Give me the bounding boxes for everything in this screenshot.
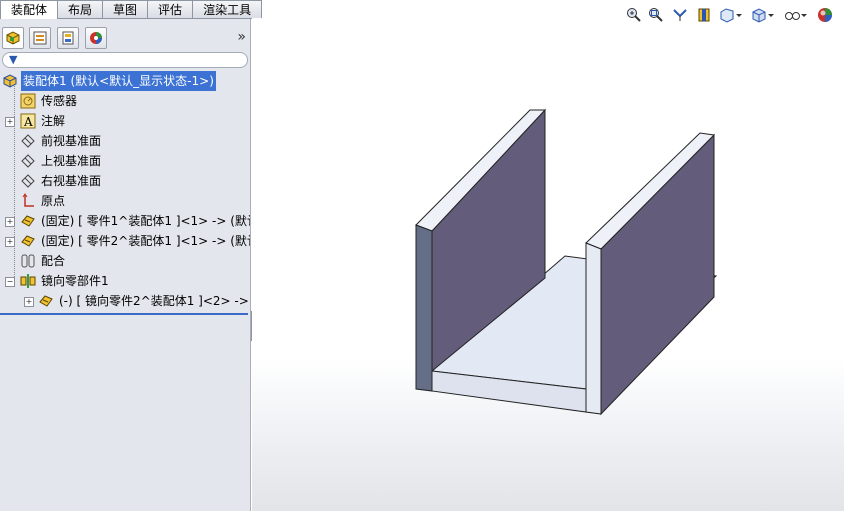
sensor-icon — [20, 93, 36, 109]
part-icon — [39, 295, 53, 307]
tree-item-label: 镜向零部件1 — [41, 274, 109, 288]
tree-item-label: 传感器 — [41, 94, 78, 108]
tree-item-mirrored-part[interactable]: + (-) [ 镜向零件2^装配体1 ]<2> -> ( — [0, 291, 250, 311]
origin-icon — [22, 193, 34, 207]
expand-toggle[interactable]: + — [5, 117, 15, 127]
tree-item-label: 注解 — [41, 114, 66, 128]
annotation-icon: A — [20, 113, 36, 129]
collapse-toggle[interactable]: − — [5, 277, 15, 287]
tree-item-origin[interactable]: 原点 — [0, 191, 250, 211]
plane-icon — [21, 174, 35, 188]
configuration-manager-icon — [62, 31, 74, 45]
mates-icon — [21, 254, 35, 268]
plane-icon — [21, 154, 35, 168]
tree-item-assembly[interactable]: 装配体1 (默认<默认_显示状态-1>) — [0, 71, 250, 91]
tree-item-label: 上视基准面 — [41, 154, 102, 168]
expand-toggle[interactable]: + — [5, 217, 15, 227]
tab-render-tools[interactable]: 渲染工具 — [192, 0, 263, 18]
tree-item-label: 右视基准面 — [41, 174, 102, 188]
expand-panel-button[interactable]: » — [237, 30, 246, 44]
tree-item-right-plane[interactable]: 右视基准面 — [0, 171, 250, 191]
tree-end-rule — [0, 313, 248, 315]
tree-item-label: 前视基准面 — [41, 134, 102, 148]
feature-manager-tab[interactable] — [2, 27, 24, 49]
tree-item-label: 原点 — [41, 194, 66, 208]
tree-item-label: (-) [ 镜向零件2^装配体1 ]<2> -> ( — [59, 294, 250, 308]
tree-item-front-plane[interactable]: 前视基准面 — [0, 131, 250, 151]
filter-input[interactable]: ▼ — [2, 52, 248, 68]
display-manager-icon — [90, 32, 102, 44]
assembly-icon — [3, 74, 17, 88]
graphics-viewport[interactable] — [252, 0, 844, 511]
command-manager-tabs: 装配体 布局 草图 评估 渲染工具 — [0, 0, 263, 19]
tree-item-label: 配合 — [41, 254, 66, 268]
tab-layout[interactable]: 布局 — [57, 0, 104, 18]
tree-item-label: (固定) [ 零件1^装配体1 ]<1> -> (默认 — [41, 214, 250, 228]
svg-text:A: A — [23, 115, 33, 129]
part-icon — [21, 235, 35, 247]
feature-manager-icon — [6, 31, 20, 45]
mirror-component-icon — [20, 274, 36, 288]
tree-item-top-plane[interactable]: 上视基准面 — [0, 151, 250, 171]
tree-item-mirror-component[interactable]: − 镜向零部件1 — [0, 271, 250, 291]
expand-toggle[interactable]: + — [24, 297, 34, 307]
expand-toggle[interactable]: + — [5, 237, 15, 247]
display-manager-tab[interactable] — [85, 27, 107, 49]
tab-assembly[interactable]: 装配体 — [0, 0, 59, 19]
right-wall-front-face — [585, 242, 602, 415]
part-icon — [21, 215, 35, 227]
tree-item-annotations[interactable]: + A 注解 — [0, 111, 250, 131]
configuration-manager-tab[interactable] — [57, 27, 79, 49]
tree-item-label: (固定) [ 零件2^装配体1 ]<1> -> (默认 — [41, 234, 250, 248]
tree-item-label: 装配体1 (默认<默认_显示状态-1>) — [21, 71, 216, 91]
feature-manager-panel: » ▼ 装配体1 (默认<默认_显示状态-1>) 传感器 + A 注解 前视基准… — [0, 19, 251, 511]
filter-icon: ▼ — [9, 53, 18, 66]
tab-sketch[interactable]: 草图 — [102, 0, 149, 18]
tree-item-mates[interactable]: 配合 — [0, 251, 250, 271]
property-manager-icon — [33, 31, 47, 45]
tree-item-part2[interactable]: + (固定) [ 零件2^装配体1 ]<1> -> (默认 — [0, 231, 250, 251]
model-view[interactable] — [252, 0, 844, 511]
tab-evaluate[interactable]: 评估 — [147, 0, 194, 18]
tree-item-sensors[interactable]: 传感器 — [0, 91, 250, 111]
plane-icon — [21, 134, 35, 148]
property-manager-tab[interactable] — [29, 27, 51, 49]
left-wall-front-face — [415, 224, 433, 392]
feature-tree: 装配体1 (默认<默认_显示状态-1>) 传感器 + A 注解 前视基准面 上视… — [0, 71, 250, 311]
tree-item-part1[interactable]: + (固定) [ 零件1^装配体1 ]<1> -> (默认 — [0, 211, 250, 231]
panel-toolbar: » — [0, 27, 250, 51]
